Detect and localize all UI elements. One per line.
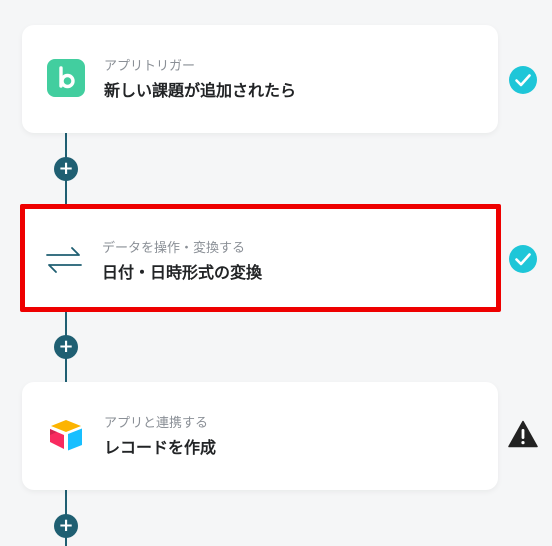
workflow-canvas: アプリトリガー 新しい課題が追加されたら + データを操作・変換する 日付・日時… (0, 0, 552, 546)
check-done-icon (508, 65, 538, 95)
convert-arrows-icon (45, 241, 83, 279)
step-title: レコードを作成 (104, 438, 217, 457)
step-subtitle: アプリと連携する (104, 416, 209, 431)
step-subtitle: アプリトリガー (104, 59, 196, 74)
add-step-button[interactable]: + (54, 335, 78, 359)
add-step-button[interactable]: + (54, 514, 78, 538)
add-step-button[interactable]: + (54, 157, 78, 181)
flow-step-card-trigger[interactable]: アプリトリガー 新しい課題が追加されたら (22, 25, 498, 133)
flow-step-card-convert[interactable]: データを操作・変換する 日付・日時形式の変換 (20, 204, 501, 312)
step-title: 日付・日時形式の変換 (102, 263, 263, 282)
check-done-icon (508, 244, 538, 274)
warning-icon (508, 419, 538, 449)
backlog-app-icon (47, 59, 85, 97)
step-subtitle: データを操作・変換する (102, 241, 246, 256)
airtable-app-icon (47, 416, 85, 454)
flow-step-card-airtable[interactable]: アプリと連携する レコードを作成 (22, 382, 498, 490)
step-title: 新しい課題が追加されたら (104, 81, 297, 100)
